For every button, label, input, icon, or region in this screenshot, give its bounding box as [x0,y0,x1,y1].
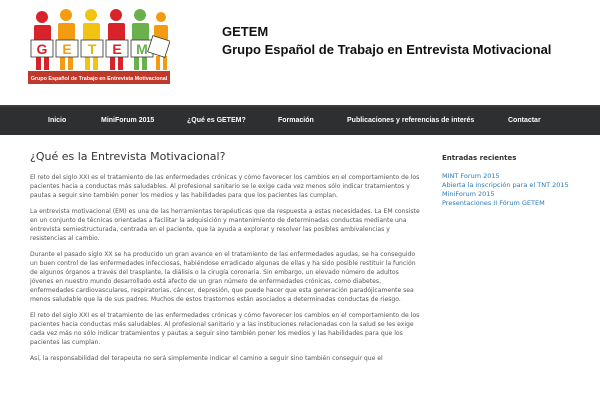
nav-item-inicio[interactable]: Inicio [48,107,66,135]
nav-item-publicaciones[interactable]: Publicaciones y referencias de interés [347,107,474,135]
logo-figures: G E T E M [30,9,170,70]
svg-text:M: M [136,41,148,57]
nav-item-miniforum-2015[interactable]: MiniForum 2015 [101,107,154,135]
paragraph-5: Así, la responsabilidad del terapeuta no… [30,355,383,362]
svg-text:G: G [37,41,48,57]
nav-item-contactar[interactable]: Contactar [508,107,541,135]
page-title: ¿Qué es la Entrevista Motivacional? [30,150,226,163]
recent-post-link[interactable]: MINT Forum 2015 [442,172,582,181]
svg-text:E: E [112,41,121,57]
paragraph-1: El reto del siglo XXI es el tratamiento … [30,174,420,199]
nav-item-formacion[interactable]: Formación [278,107,314,135]
main-navigation: Inicio MiniForum 2015 ¿Qué es GETEM? For… [0,105,600,135]
nav-item-que-es-getem[interactable]: ¿Qué es GETEM? [187,107,246,135]
paragraph-4: El reto del siglo XXI es el tratamiento … [30,312,420,346]
logo-caption: Grupo Español de Trabajo en Entrevista M… [31,76,168,82]
getem-logo[interactable]: G E T E M Grupo Español de Trabajo en En… [28,8,170,86]
recent-post-link[interactable]: MiniForum 2015 [442,190,582,199]
svg-text:E: E [62,41,71,57]
recent-posts-heading: Entradas recientes [442,154,517,162]
recent-post-link[interactable]: Abierta la inscripción para el TNT 2015 [442,181,582,190]
main-content: ¿Qué es la Entrevista Motivacional? El r… [30,150,420,370]
paragraph-3: Durante el pasado siglo XX se ha produci… [30,251,416,303]
svg-text:T: T [88,41,97,57]
site-subtitle: Grupo Español de Trabajo en Entrevista M… [222,42,552,57]
recent-post-link[interactable]: Presentaciones II Fórum GETEM [442,199,582,208]
paragraph-2: La entrevista motivacional (EM) es una d… [30,208,420,242]
sidebar: Entradas recientes MINT Forum 2015 Abier… [442,154,582,208]
site-title: GETEM [222,24,269,39]
site-header: G E T E M Grupo Español de Trabajo en En… [0,0,600,105]
